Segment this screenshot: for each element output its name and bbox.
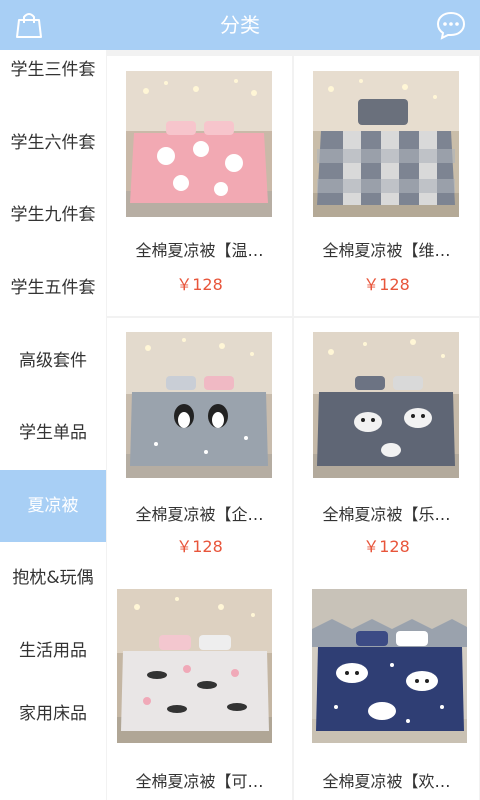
sidebar-item-student-5pc[interactable]: 学生五件套 [0,253,106,323]
product-image [312,589,467,743]
product-price: ￥128 [176,537,223,556]
sidebar-item-student-9pc[interactable]: 学生九件套 [0,180,106,250]
sidebar-item-label: 学生九件套 [10,205,96,225]
product-card[interactable]: 全棉夏凉被【维… ￥128 [294,56,479,316]
product-name: 全棉夏凉被【企… [135,505,264,524]
product-card[interactable]: 全棉夏凉被【企… ￥128 [107,318,292,578]
sidebar-item-student-6pc[interactable]: 学生六件套 [0,108,106,178]
sidebar-item-premium-set[interactable]: 高级套件 [0,326,106,396]
category-sidebar: 学生三件套 学生六件套 学生九件套 学生五件套 高级套件 学生单品 夏凉被 抱枕… [0,50,106,800]
sidebar-item-home-bedding[interactable]: 家用床品 [0,682,106,746]
sidebar-item-label: 学生单品 [19,423,87,443]
product-image [313,71,459,217]
sidebar-item-label: 高级套件 [19,351,87,371]
product-name: 全棉夏凉被【欢… [322,772,451,791]
product-grid: 全棉夏凉被【温… ￥128 全棉夏凉被【维… ￥128 全棉夏凉被【企… ￥12… [106,50,480,800]
sidebar-item-label: 夏凉被 [27,496,79,516]
sidebar-item-label: 学生五件套 [10,278,96,298]
sidebar-item-label: 学生六件套 [10,133,96,153]
chat-bubble-icon[interactable] [436,10,466,40]
product-image [313,332,459,478]
sidebar-item-label: 家用床品 [19,704,87,724]
product-card[interactable]: 全棉夏凉被【欢… [294,574,479,800]
sidebar-item-label: 学生三件套 [10,60,96,80]
product-price: ￥128 [363,275,410,294]
sidebar-item-label: 生活用品 [19,641,87,661]
product-name: 全棉夏凉被【可… [135,772,264,791]
product-price: ￥128 [176,275,223,294]
sidebar-item-student-single[interactable]: 学生单品 [0,398,106,468]
sidebar-item-pillow-toys[interactable]: 抱枕&玩偶 [0,543,106,613]
product-name: 全棉夏凉被【温… [135,241,264,260]
page-title: 分类 [220,13,260,37]
sidebar-item-daily-goods[interactable]: 生活用品 [0,616,106,686]
product-name: 全棉夏凉被【乐… [322,505,451,524]
sidebar-item-summer-quilt[interactable]: 夏凉被 [0,470,106,542]
product-card[interactable]: 全棉夏凉被【乐… ￥128 [294,318,479,578]
product-image [117,589,272,743]
product-image [126,332,272,478]
top-bar: 分类 [0,0,480,50]
product-image [126,71,272,217]
product-card[interactable]: 全棉夏凉被【可… [107,574,292,800]
product-card[interactable]: 全棉夏凉被【温… ￥128 [107,56,292,316]
product-name: 全棉夏凉被【维… [322,241,451,260]
sidebar-item-label: 抱枕&玩偶 [12,568,94,588]
sidebar-item-student-3pc[interactable]: 学生三件套 [0,50,106,96]
product-price: ￥128 [363,537,410,556]
